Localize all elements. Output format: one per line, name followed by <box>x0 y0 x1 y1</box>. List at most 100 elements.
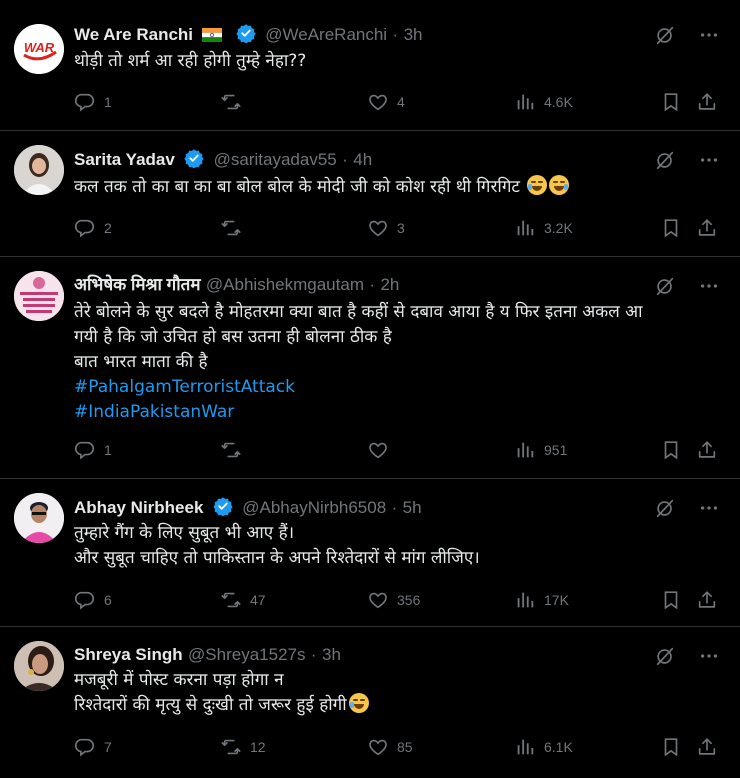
grok-icon[interactable] <box>654 275 676 297</box>
like-button[interactable]: 85 <box>367 736 413 758</box>
handle[interactable]: @WeAreRanchi <box>265 25 387 44</box>
bookmark-button[interactable] <box>660 439 682 461</box>
like-button[interactable]: 3 <box>367 217 405 239</box>
bookmark-icon <box>660 439 682 461</box>
tweet[interactable]: Sarita Yadav @saritayadav55 · 4h कल तक त… <box>0 131 740 257</box>
like-count: 3 <box>397 220 405 236</box>
handle[interactable]: @Shreya1527s <box>188 645 305 664</box>
display-name[interactable]: We Are Ranchi <box>74 25 193 44</box>
share-icon <box>696 736 718 758</box>
verified-badge-icon <box>184 148 204 168</box>
grok-icon[interactable] <box>654 149 676 171</box>
repost-button[interactable]: 47 <box>220 589 266 611</box>
display-name[interactable]: Sarita Yadav <box>74 150 175 169</box>
reply-button[interactable]: 2 <box>74 217 112 239</box>
views-icon <box>514 589 536 611</box>
grok-icon[interactable] <box>654 24 676 46</box>
bookmark-button[interactable] <box>660 736 682 758</box>
tweet-text: थोड़ी तो शर्म आ रही होगी तुम्हे नेहा?? <box>74 51 307 71</box>
views-button[interactable]: 17K <box>514 589 569 611</box>
timestamp[interactable]: 3h <box>404 25 423 44</box>
tweet-text: मजबूरी में पोस्ट करना पड़ा होगा न रिश्ते… <box>74 668 720 718</box>
tweet-header: Shreya Singh @Shreya1527s · 3h <box>74 644 650 666</box>
share-button[interactable] <box>696 217 718 239</box>
repost-icon <box>220 439 242 461</box>
repost-icon <box>220 589 242 611</box>
profile-photo-icon <box>14 641 64 691</box>
action-bar: 2 3 3.2K <box>74 217 720 241</box>
timestamp[interactable]: 3h <box>322 645 341 664</box>
views-button[interactable]: 3.2K <box>514 217 573 239</box>
view-count: 4.6K <box>544 94 573 110</box>
avatar[interactable] <box>14 271 64 321</box>
share-button[interactable] <box>696 91 718 113</box>
grok-icon[interactable] <box>654 497 676 519</box>
more-options-icon[interactable] <box>698 275 720 297</box>
hashtag-link[interactable]: #PahalgamTerroristAttack <box>74 377 295 397</box>
bookmark-button[interactable] <box>660 217 682 239</box>
tweet-header: We Are Ranchi @WeAreRanchi · 3h <box>74 23 650 48</box>
tweet[interactable]: WAR We Are Ranchi @WeAreRanchi · 3h थोड़… <box>0 0 740 131</box>
like-button[interactable]: 356 <box>367 589 420 611</box>
separator: · <box>392 25 399 44</box>
tweet[interactable]: अभिषेक मिश्रा गौतम @Abhishekmgautam · 2h… <box>0 257 740 479</box>
reply-button[interactable]: 7 <box>74 736 112 758</box>
share-button[interactable] <box>696 736 718 758</box>
heart-icon <box>367 439 389 461</box>
reply-count: 6 <box>104 592 112 608</box>
separator: · <box>342 150 348 169</box>
avatar[interactable] <box>14 145 64 195</box>
action-bar: 1 951 <box>74 439 720 463</box>
views-button[interactable]: 4.6K <box>514 91 573 113</box>
timestamp[interactable]: 4h <box>353 150 372 169</box>
reply-button[interactable]: 6 <box>74 589 112 611</box>
repost-icon <box>220 91 242 113</box>
tweet[interactable]: Abhay Nirbheek @AbhayNirbh6508 · 5h तुम्… <box>0 479 740 627</box>
repost-count: 12 <box>250 739 266 755</box>
bookmark-button[interactable] <box>660 91 682 113</box>
handle[interactable]: @AbhayNirbh6508 <box>242 498 386 517</box>
repost-button[interactable] <box>220 439 250 461</box>
reply-count: 2 <box>104 220 112 236</box>
handle[interactable]: @saritayadav55 <box>214 150 337 169</box>
tweet[interactable]: Shreya Singh @Shreya1527s · 3h मजबूरी मे… <box>0 627 740 778</box>
avatar[interactable] <box>14 641 64 691</box>
display-name[interactable]: Shreya Singh <box>74 645 183 664</box>
avatar[interactable] <box>14 493 64 543</box>
views-button[interactable]: 6.1K <box>514 736 573 758</box>
share-icon <box>696 439 718 461</box>
reply-button[interactable]: 1 <box>74 439 112 461</box>
tweet-text: तेरे बोलने के सुर बदले है मोहतरमा क्या ब… <box>74 302 643 422</box>
handle[interactable]: @Abhishekmgautam <box>206 275 364 294</box>
timestamp[interactable]: 5h <box>403 498 422 517</box>
reply-icon <box>74 439 96 461</box>
more-options-icon[interactable] <box>698 645 720 667</box>
avatar[interactable]: WAR <box>14 24 64 74</box>
views-icon <box>514 439 536 461</box>
like-button[interactable]: 4 <box>367 91 405 113</box>
share-button[interactable] <box>696 439 718 461</box>
more-options-icon[interactable] <box>698 149 720 171</box>
bookmark-button[interactable] <box>660 589 682 611</box>
repost-button[interactable] <box>220 91 250 113</box>
more-options-icon[interactable] <box>698 497 720 519</box>
repost-button[interactable] <box>220 217 250 239</box>
display-name[interactable]: अभिषेक मिश्रा गौतम <box>74 275 201 294</box>
share-icon <box>696 91 718 113</box>
like-button[interactable] <box>367 439 397 461</box>
action-bar: 7 12 85 6.1K <box>74 736 720 760</box>
hashtag-link[interactable]: #IndiaPakistanWar <box>74 402 234 422</box>
views-icon <box>514 217 536 239</box>
reply-count: 1 <box>104 94 112 110</box>
separator: · <box>369 275 376 294</box>
display-name[interactable]: Abhay Nirbheek <box>74 498 203 517</box>
tears-of-joy-emoji-icon <box>527 175 548 195</box>
share-button[interactable] <box>696 589 718 611</box>
repost-button[interactable]: 12 <box>220 736 266 758</box>
more-options-icon[interactable] <box>698 24 720 46</box>
timestamp[interactable]: 2h <box>380 275 399 294</box>
reply-icon <box>74 217 96 239</box>
reply-button[interactable]: 1 <box>74 91 112 113</box>
views-button[interactable]: 951 <box>514 439 567 461</box>
grok-icon[interactable] <box>654 645 676 667</box>
